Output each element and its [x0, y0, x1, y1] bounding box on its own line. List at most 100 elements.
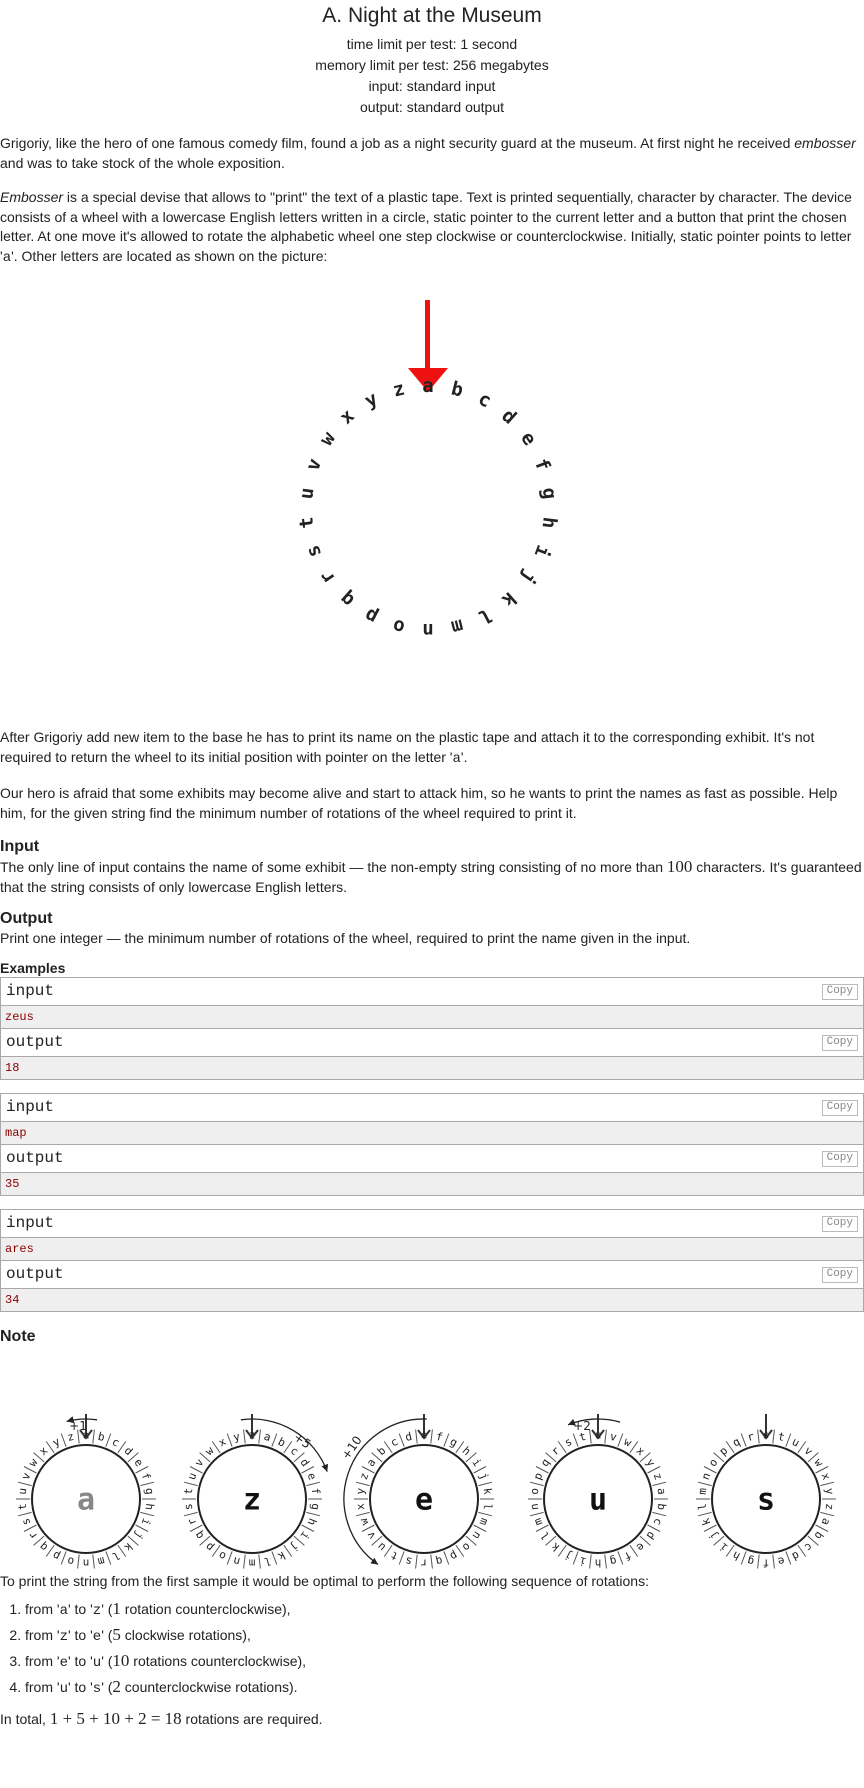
ring-divider [772, 1428, 775, 1443]
rotation-step: from 'a' to 'z' (1 rotation counterclock… [25, 1597, 864, 1623]
wheel-ring-letter: x [354, 1502, 368, 1511]
wheel-ring-letter: y [823, 1487, 837, 1496]
wheel-ring-letter: f [763, 1556, 770, 1569]
wheel-ring-letter: d [404, 1429, 414, 1443]
copy-input-button[interactable]: Copy [821, 983, 858, 1000]
example-output-label: output [6, 1264, 64, 1283]
step-rotation-count: 10 [112, 1651, 130, 1670]
copy-input-button[interactable]: Copy [821, 1215, 858, 1232]
wheel-letter: e [516, 428, 541, 450]
wheel-ring-letter: u [595, 1428, 602, 1441]
wheel-ring-letter: l [481, 1502, 495, 1510]
step-to-letter: z [92, 1603, 102, 1619]
wheel-ring-letter: w [811, 1456, 826, 1469]
copy-output-button[interactable]: Copy [821, 1266, 858, 1283]
wheel-ring-letter: c [802, 1539, 816, 1553]
wheel-ring-letter: v [19, 1470, 34, 1481]
copy-input-button[interactable]: Copy [821, 1099, 858, 1116]
ring-divider [478, 1481, 493, 1486]
wheel-ring-letter: c [651, 1516, 666, 1527]
wheel-ring-letter: e [305, 1470, 320, 1481]
wheel-letter: c [475, 388, 495, 413]
wheel-letter: z [391, 377, 407, 401]
wheel-ring-letter: s [562, 1435, 574, 1450]
wheel-ring-letter: p [531, 1470, 546, 1481]
wheel-ring-letter: r [185, 1515, 200, 1526]
wheel-ring-letter: k [121, 1539, 135, 1553]
wheel-ring-letter: h [143, 1502, 157, 1510]
wheel-ring-letter: i [139, 1516, 154, 1527]
wheel-ring-letter: h [460, 1444, 474, 1458]
example-block: input Copy zeus output Copy 18 [0, 976, 864, 1080]
wheel-ring-letter: t [16, 1502, 30, 1510]
ring-divider [589, 1554, 592, 1569]
wheel-ring-letter: j [706, 1528, 720, 1541]
memory-limit: memory limit per test: 256 megabytes [315, 57, 549, 73]
output-section-title: Output [0, 910, 53, 927]
copy-output-button[interactable]: Copy [821, 1150, 858, 1167]
wheel-ring-letter: t [777, 1429, 787, 1443]
wheel-letter: d [497, 405, 520, 429]
wheel-ring-letter: e [421, 1428, 428, 1441]
wheel-ring-letter: l [696, 1502, 710, 1510]
alphabet-wheel-diagram: a b cdefg hijklmnopqrst uvwxy z [295, 300, 561, 641]
ring-divider [772, 1554, 775, 1569]
copy-output-button[interactable]: Copy [821, 1034, 858, 1051]
rotation-steps-list: from 'a' to 'z' (1 rotation counterclock… [0, 1597, 864, 1701]
ring-divider [355, 1511, 370, 1516]
wheel-ring-letter: s [404, 1553, 414, 1567]
ring-divider [740, 1432, 747, 1447]
wheel-ring-letter: v [609, 1429, 619, 1443]
rotation-count-label: +10 [339, 1433, 365, 1462]
ring-divider [529, 1481, 544, 1486]
ring-divider [243, 1554, 246, 1569]
ring-divider [478, 1511, 493, 1516]
input-text: The only line of input contains the name… [0, 859, 667, 875]
wheel-ring-letter: j [131, 1528, 145, 1541]
time-limit: time limit per test: 1 second [346, 36, 518, 52]
wheel-ring-letter: m [696, 1486, 710, 1495]
wheel-ring-letter: a [364, 1456, 378, 1469]
step-to-letter: u [92, 1655, 102, 1671]
wheel-ring-letter: k [481, 1487, 495, 1496]
wheel-ring-letter: b [97, 1429, 107, 1443]
wheel-ring-letter: m [96, 1553, 106, 1567]
ring-divider [17, 1511, 32, 1516]
example-input-header: input Copy [1, 1093, 863, 1122]
step-from-letter: a [59, 1603, 68, 1619]
wheel-ring-letter: y [354, 1486, 368, 1495]
ring-divider [820, 1511, 835, 1516]
example-block: input Copy ares output Copy 34 [0, 1208, 864, 1312]
wheel-ring-letter: z [651, 1470, 666, 1481]
wheel-letter: h [537, 516, 560, 530]
rotation-step: from 'z' to 'e' (5 clockwise rotations), [25, 1623, 864, 1649]
wheel-letter: l [475, 604, 495, 629]
ring-divider [430, 1554, 433, 1569]
wheel-ring-letter: n [232, 1553, 242, 1567]
wheel-ring-letter: y [643, 1456, 658, 1469]
wheel-ring-letter: b [655, 1502, 669, 1510]
example-output-value: 35 [1, 1172, 863, 1195]
wheel-ring-letter: n [83, 1556, 90, 1569]
ring-divider [92, 1428, 95, 1443]
wheel-ring-letter: w [26, 1455, 41, 1468]
ring-divider [258, 1554, 261, 1569]
rotation-count-label: +2 [573, 1419, 591, 1433]
rotation-step: from 'e' to 'u' (10 rotations counterclo… [25, 1649, 864, 1675]
wheel-letter: j [516, 566, 541, 588]
statement-text: Grigoriy, like the hero of one famous co… [0, 135, 795, 151]
wheel-ring-letter: g [746, 1553, 756, 1567]
wheel-ring-letter: a [819, 1516, 834, 1527]
step-description: rotation counterclockwise), [120, 1601, 291, 1617]
problem-page: A. Night at the Museum time limit per te… [0, 0, 864, 1730]
ring-divider [785, 1550, 792, 1565]
example-input-label: input [6, 981, 55, 1000]
wheel-ring-letter: h [305, 1516, 320, 1527]
example-output-label: output [6, 1032, 64, 1051]
wheel-ring-letter: q [37, 1539, 51, 1553]
ring-divider [398, 1432, 405, 1447]
wheel-letter: m [449, 614, 465, 638]
wheel-ring-letter: z [357, 1470, 372, 1481]
statement-text: and was to take stock of the whole expos… [0, 154, 285, 171]
wheel-ring-letter: o [706, 1456, 720, 1469]
